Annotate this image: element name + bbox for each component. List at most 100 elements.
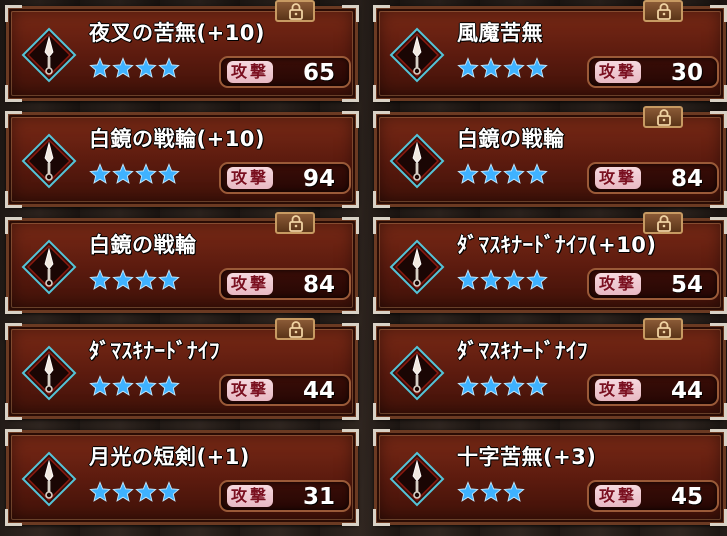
corner-ornament	[373, 509, 390, 526]
corner-ornament	[373, 429, 390, 446]
lock-tab[interactable]	[275, 318, 315, 340]
corner-ornament	[373, 85, 390, 102]
star-icon	[457, 163, 479, 189]
star-icon	[89, 269, 111, 295]
star-icon	[480, 57, 502, 83]
attack-stat: 攻撃 44	[219, 374, 351, 406]
item-name: ﾀﾞﾏｽｷﾅｰﾄﾞﾅｲﾌ(+10)	[457, 233, 657, 257]
rarity-stars	[457, 57, 548, 83]
rarity-stars	[457, 163, 548, 189]
corner-ornament	[342, 217, 359, 234]
star-icon	[89, 57, 111, 83]
star-icon	[158, 481, 180, 507]
attack-label: 攻撃	[227, 379, 274, 401]
star-icon	[457, 57, 479, 83]
corner-ornament	[373, 111, 390, 128]
item-name: 十字苦無(+3)	[457, 445, 597, 469]
star-icon	[112, 163, 134, 189]
attack-value: 84	[302, 272, 335, 298]
corner-ornament	[342, 323, 359, 340]
lock-tab[interactable]	[275, 212, 315, 234]
attack-value: 84	[670, 166, 703, 192]
star-icon	[158, 375, 180, 401]
attack-value: 44	[302, 378, 335, 404]
item-card[interactable]: ﾀﾞﾏｽｷﾅｰﾄﾞﾅｲﾌ(+10) 攻撃 54	[373, 212, 727, 314]
attack-stat: 攻撃 94	[219, 162, 351, 194]
item-card[interactable]: 風魔苦無 攻撃 30	[373, 0, 727, 102]
attack-value: 45	[670, 484, 703, 510]
attack-label: 攻撃	[595, 167, 642, 189]
item-card[interactable]: 白鏡の戦輪(+10) 攻撃 94	[5, 111, 359, 208]
star-icon	[135, 57, 157, 83]
attack-label: 攻撃	[227, 61, 274, 83]
star-icon	[480, 269, 502, 295]
item-name: 白鏡の戦輪	[457, 127, 565, 151]
item-card[interactable]: 白鏡の戦輪 攻撃 84	[373, 106, 727, 208]
rarity-stars	[89, 269, 180, 295]
star-icon	[112, 57, 134, 83]
corner-ornament	[5, 111, 22, 128]
item-card[interactable]: 十字苦無(+3) 攻撃 45	[373, 429, 727, 526]
attack-stat: 攻撃 30	[587, 56, 719, 88]
star-icon	[480, 375, 502, 401]
item-card[interactable]: 白鏡の戦輪 攻撃 84	[5, 212, 359, 314]
star-icon	[503, 269, 525, 295]
item-card[interactable]: 夜叉の苦無(+10) 攻撃 65	[5, 0, 359, 102]
item-card[interactable]: ﾀﾞﾏｽｷﾅｰﾄﾞﾅｲﾌ 攻撃 44	[373, 318, 727, 420]
star-icon	[457, 269, 479, 295]
item-card[interactable]: ﾀﾞﾏｽｷﾅｰﾄﾞﾅｲﾌ 攻撃 44	[5, 318, 359, 420]
lock-icon	[289, 3, 303, 20]
rarity-stars	[457, 481, 525, 507]
item-name: 夜叉の苦無(+10)	[89, 21, 266, 45]
star-icon	[526, 269, 548, 295]
corner-ornament	[342, 5, 359, 22]
lock-tab[interactable]	[643, 318, 683, 340]
rarity-stars	[457, 375, 548, 401]
star-icon	[526, 163, 548, 189]
star-icon	[112, 269, 134, 295]
attack-value: 94	[302, 166, 335, 192]
item-name: ﾀﾞﾏｽｷﾅｰﾄﾞﾅｲﾌ	[89, 339, 220, 363]
attack-stat: 攻撃 45	[587, 480, 719, 512]
corner-ornament	[373, 217, 390, 234]
attack-stat: 攻撃 44	[587, 374, 719, 406]
attack-label: 攻撃	[227, 273, 274, 295]
kunai-icon	[21, 239, 77, 295]
corner-ornament	[5, 191, 22, 208]
star-icon	[480, 163, 502, 189]
corner-ornament	[5, 429, 22, 446]
corner-ornament	[5, 297, 22, 314]
lock-tab[interactable]	[643, 106, 683, 128]
corner-ornament	[342, 429, 359, 446]
star-icon	[158, 163, 180, 189]
star-icon	[135, 163, 157, 189]
lock-tab[interactable]	[275, 0, 315, 22]
attack-label: 攻撃	[595, 273, 642, 295]
star-icon	[89, 163, 111, 189]
attack-label: 攻撃	[595, 61, 642, 83]
lock-icon	[289, 321, 303, 338]
attack-stat: 攻撃 54	[587, 268, 719, 300]
item-name: ﾀﾞﾏｽｷﾅｰﾄﾞﾅｲﾌ	[457, 339, 588, 363]
attack-stat: 攻撃 31	[219, 480, 351, 512]
star-icon	[135, 375, 157, 401]
star-icon	[503, 481, 525, 507]
attack-stat: 攻撃 65	[219, 56, 351, 88]
lock-tab[interactable]	[643, 0, 683, 22]
star-icon	[457, 375, 479, 401]
attack-stat: 攻撃 84	[587, 162, 719, 194]
star-icon	[503, 375, 525, 401]
corner-ornament	[5, 509, 22, 526]
star-icon	[503, 163, 525, 189]
corner-ornament	[373, 191, 390, 208]
item-name: 白鏡の戦輪	[89, 233, 197, 257]
lock-icon	[657, 321, 671, 338]
corner-ornament	[5, 5, 22, 22]
corner-ornament	[5, 403, 22, 420]
corner-ornament	[342, 111, 359, 128]
item-card[interactable]: 月光の短剣(+1) 攻撃 31	[5, 429, 359, 526]
corner-ornament	[710, 429, 727, 446]
attack-stat: 攻撃 84	[219, 268, 351, 300]
star-icon	[480, 481, 502, 507]
kunai-icon	[21, 451, 77, 507]
